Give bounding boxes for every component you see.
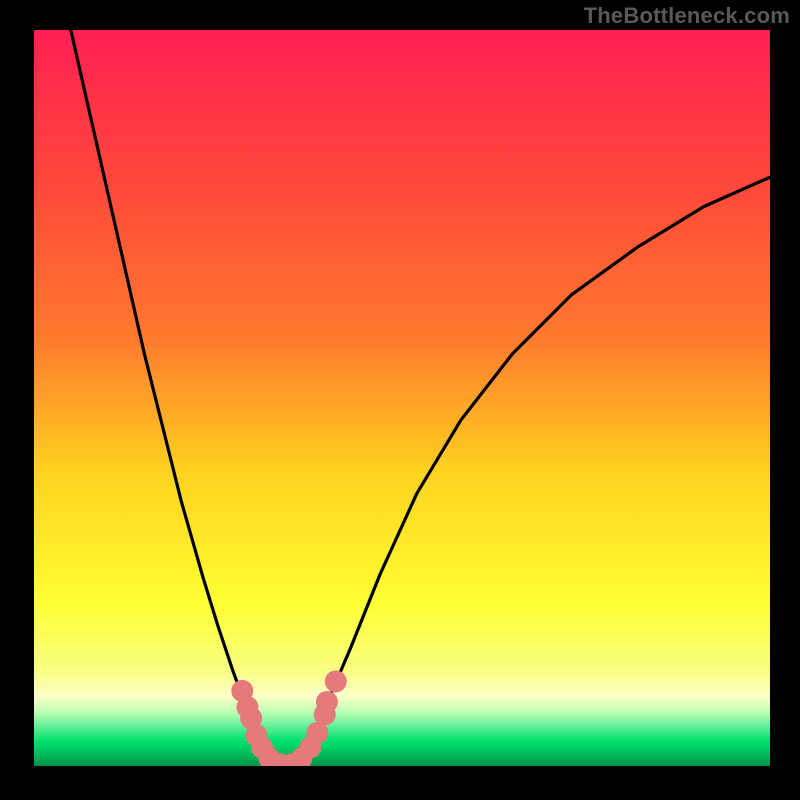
chart-frame: TheBottleneck.com (0, 0, 800, 800)
chart-plot (34, 30, 770, 766)
watermark-text: TheBottleneck.com (584, 3, 790, 29)
